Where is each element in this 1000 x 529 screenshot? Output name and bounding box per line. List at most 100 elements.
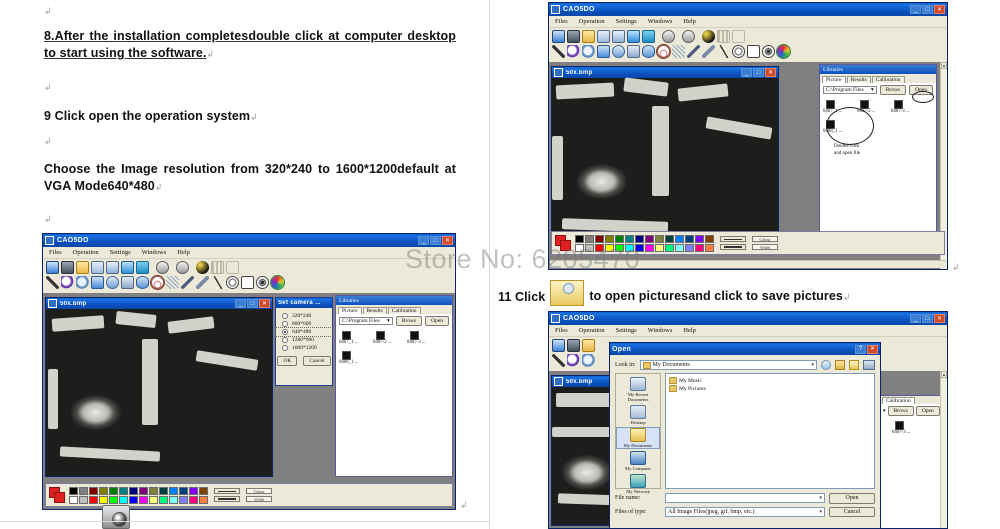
zoom-in-icon[interactable] [567, 354, 580, 367]
palette-swatch[interactable] [79, 486, 88, 495]
views-icon[interactable] [863, 360, 875, 370]
back-icon[interactable] [821, 360, 831, 370]
file-list[interactable]: My Music My Pictures [665, 373, 875, 489]
help-button[interactable]: ? [855, 344, 866, 354]
palette-swatch[interactable] [675, 234, 684, 243]
palette-swatch[interactable] [625, 234, 634, 243]
menu-files[interactable]: Files [555, 18, 568, 25]
image-minimize-button[interactable]: _ [741, 68, 752, 77]
resolution-option-640x480[interactable]: 640*480 [275, 327, 333, 337]
palette-swatch[interactable] [605, 243, 614, 252]
grid-icon[interactable] [717, 30, 730, 43]
palette-swatch[interactable] [129, 486, 138, 495]
line-width-thick[interactable] [720, 244, 746, 250]
capture-camera-icon[interactable] [567, 339, 580, 352]
minimize-button[interactable]: _ [910, 5, 921, 14]
circle-tool-icon[interactable] [106, 276, 119, 289]
image-window-titlebar[interactable]: 50x.bmp _ □ ✕ [46, 298, 272, 309]
minimize-button[interactable]: _ [910, 314, 921, 323]
thumbnail-item[interactable]: 0407_1 ... [339, 331, 371, 345]
menu-operation[interactable]: Operation [73, 249, 99, 256]
save-icon[interactable] [642, 30, 655, 43]
menu-files[interactable]: Files [49, 249, 62, 256]
path-combobox[interactable]: C:\Program Files ▾ [823, 86, 877, 95]
image-close-button[interactable]: ✕ [259, 299, 270, 308]
zoom-out-icon[interactable] [582, 354, 595, 367]
palette-swatch[interactable] [575, 243, 584, 252]
palette-swatch[interactable] [169, 495, 178, 504]
cancel-button[interactable]: Cancel [829, 506, 875, 518]
polyline-tool-icon[interactable] [121, 276, 134, 289]
palette-swatch[interactable] [89, 495, 98, 504]
palette-swatch[interactable] [635, 234, 644, 243]
palette-swatch[interactable] [139, 495, 148, 504]
copy-document-icon[interactable] [106, 261, 119, 274]
new-document-icon[interactable] [597, 30, 610, 43]
palette-swatch[interactable] [69, 486, 78, 495]
place-my-computer[interactable]: My Computer [617, 451, 659, 471]
image-maximize-button[interactable]: □ [247, 299, 258, 308]
palette-swatch[interactable] [159, 486, 168, 495]
palette-swatch[interactable] [189, 486, 198, 495]
palette-swatch[interactable] [139, 486, 148, 495]
thumbnail-item[interactable]: 0408_1 ... [339, 351, 371, 365]
tab-results[interactable]: Results [846, 76, 871, 83]
diagonal-measure-icon[interactable] [181, 276, 194, 289]
set-camera-ok-button[interactable]: OK [277, 356, 298, 367]
parallel-measure-icon[interactable] [702, 45, 715, 58]
palette-field-colour[interactable]: Colour [246, 488, 272, 494]
close-button[interactable]: ✕ [442, 236, 453, 245]
current-color-swatch[interactable] [49, 486, 66, 504]
invert-icon[interactable] [256, 276, 269, 289]
set-camera-cancel-button[interactable]: Cancel [303, 356, 331, 367]
palette-swatch[interactable] [119, 486, 128, 495]
palette-swatch[interactable] [645, 234, 654, 243]
palette-swatch[interactable] [685, 234, 694, 243]
image-close-button[interactable]: ✕ [765, 68, 776, 77]
brightness-ball-icon[interactable] [196, 261, 209, 274]
tab-calibration[interactable]: Calibration [387, 307, 421, 314]
stop-icon[interactable] [682, 30, 695, 43]
circle-tool-icon[interactable] [612, 45, 625, 58]
save-icon[interactable] [136, 261, 149, 274]
ellipse-tool-icon[interactable] [642, 45, 655, 58]
palette-swatch[interactable] [79, 495, 88, 504]
menu-files[interactable]: Files [555, 327, 568, 334]
close-button[interactable]: ✕ [934, 314, 945, 323]
capture-camera-icon[interactable] [61, 261, 74, 274]
palette-swatch[interactable] [645, 243, 654, 252]
palette-swatch[interactable] [595, 234, 604, 243]
text-tool-icon[interactable] [226, 261, 239, 274]
browse-button[interactable]: Brows [879, 85, 907, 96]
palette-swatch[interactable] [655, 234, 664, 243]
palette-swatch[interactable] [665, 234, 674, 243]
place-desktop[interactable]: Desktop [617, 405, 659, 425]
menu-windows[interactable]: Windows [142, 249, 167, 256]
menu-operation[interactable]: Operation [579, 18, 605, 25]
up-one-level-icon[interactable] [835, 360, 845, 370]
palette-swatch[interactable] [585, 234, 594, 243]
list-item[interactable]: My Pictures [669, 385, 871, 392]
palette-swatch[interactable] [69, 495, 78, 504]
diagonal-measure-icon[interactable] [687, 45, 700, 58]
minimize-button[interactable]: _ [418, 236, 429, 245]
browse-button[interactable]: Brows [887, 406, 914, 417]
open-button[interactable]: Open [425, 316, 449, 327]
angle-measure-icon[interactable] [211, 276, 224, 289]
dotted-line-icon[interactable] [166, 276, 179, 289]
tab-picture[interactable]: Picture [338, 307, 362, 314]
close-button[interactable]: ✕ [867, 344, 878, 354]
menu-help[interactable]: Help [683, 327, 696, 334]
zoom-out-icon[interactable] [582, 45, 595, 58]
palette-swatch[interactable] [169, 486, 178, 495]
palette-swatch[interactable] [129, 495, 138, 504]
palette-swatch[interactable] [199, 495, 208, 504]
menu-operation[interactable]: Operation [579, 327, 605, 334]
tab-results[interactable]: Results [362, 307, 387, 314]
palette-field-colour[interactable]: Colour [752, 236, 778, 242]
image-window-titlebar[interactable]: 50x.bmp _ □ ✕ [552, 67, 778, 78]
palette-swatch[interactable] [99, 495, 108, 504]
line-width-thick[interactable] [214, 496, 240, 502]
palette-swatch[interactable] [605, 234, 614, 243]
palette-swatch[interactable] [109, 495, 118, 504]
